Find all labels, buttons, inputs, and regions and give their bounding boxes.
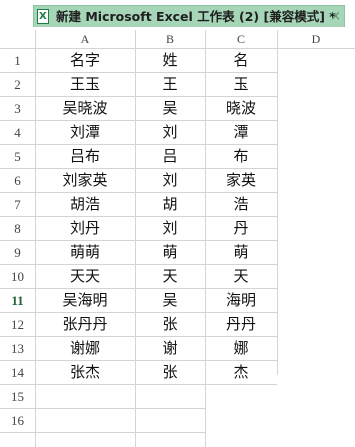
cell-a9[interactable]: 萌萌 bbox=[35, 240, 135, 264]
cell-b5[interactable]: 吕 bbox=[135, 144, 205, 168]
cell-a12[interactable]: 张丹丹 bbox=[35, 312, 135, 336]
column-header-c[interactable]: C bbox=[205, 30, 277, 48]
column-header-a[interactable]: A bbox=[35, 30, 135, 48]
cell-b14[interactable]: 张 bbox=[135, 360, 205, 384]
cell-b7[interactable]: 胡 bbox=[135, 192, 205, 216]
cell-b1[interactable]: 姓 bbox=[135, 48, 205, 72]
row-header[interactable]: 16 bbox=[0, 408, 35, 432]
cell-c6[interactable]: 家英 bbox=[205, 168, 277, 192]
cell-c13[interactable]: 娜 bbox=[205, 336, 277, 360]
cell-c4[interactable]: 潭 bbox=[205, 120, 277, 144]
row-header[interactable]: 5 bbox=[0, 144, 35, 168]
spreadsheet-grid[interactable]: A B C D 1 2 3 4 5 6 7 8 9 10 11 12 13 14 15 16 名字姓名王玉王玉吴晓波吴晓… bbox=[0, 30, 355, 447]
cell-a6[interactable]: 刘家英 bbox=[35, 168, 135, 192]
cell-c9[interactable]: 萌 bbox=[205, 240, 277, 264]
cell-a1[interactable]: 名字 bbox=[35, 48, 135, 72]
cell-a8[interactable]: 刘丹 bbox=[35, 216, 135, 240]
row-header[interactable]: 3 bbox=[0, 96, 35, 120]
select-all-corner[interactable] bbox=[0, 30, 35, 48]
column-header-d[interactable]: D bbox=[277, 30, 355, 48]
cell-c3[interactable]: 晓波 bbox=[205, 96, 277, 120]
cell-a4[interactable]: 刘潭 bbox=[35, 120, 135, 144]
row-header[interactable]: 13 bbox=[0, 336, 35, 360]
row-header[interactable]: 9 bbox=[0, 240, 35, 264]
close-tab-icon[interactable]: × bbox=[330, 6, 341, 28]
cell-b8[interactable]: 刘 bbox=[135, 216, 205, 240]
cell-a2[interactable]: 王玉 bbox=[35, 72, 135, 96]
cell-b2[interactable]: 王 bbox=[135, 72, 205, 96]
excel-file-icon: X bbox=[37, 9, 49, 24]
cell-c14[interactable]: 杰 bbox=[205, 360, 277, 384]
grid-row-line bbox=[0, 384, 277, 385]
cell-a10[interactable]: 天天 bbox=[35, 264, 135, 288]
cell-c5[interactable]: 布 bbox=[205, 144, 277, 168]
row-header[interactable]: 14 bbox=[0, 360, 35, 384]
cell-b11[interactable]: 吴 bbox=[135, 288, 205, 312]
cell-b12[interactable]: 张 bbox=[135, 312, 205, 336]
row-header[interactable]: 6 bbox=[0, 168, 35, 192]
workbook-title: 新建 Microsoft Excel 工作表 (2) [兼容模式] * bbox=[56, 9, 336, 24]
column-header-b[interactable]: B bbox=[135, 30, 205, 48]
row-header[interactable]: 4 bbox=[0, 120, 35, 144]
title-bar: X 新建 Microsoft Excel 工作表 (2) [兼容模式] * × bbox=[0, 0, 355, 30]
cell-b6[interactable]: 刘 bbox=[135, 168, 205, 192]
grid-column-line bbox=[277, 30, 278, 375]
cell-a11[interactable]: 吴海明 bbox=[35, 288, 135, 312]
row-header[interactable]: 7 bbox=[0, 192, 35, 216]
cell-b9[interactable]: 萌 bbox=[135, 240, 205, 264]
row-header[interactable]: 2 bbox=[0, 72, 35, 96]
cell-c12[interactable]: 丹丹 bbox=[205, 312, 277, 336]
cell-c8[interactable]: 丹 bbox=[205, 216, 277, 240]
cell-c1[interactable]: 名 bbox=[205, 48, 277, 72]
cell-a7[interactable]: 胡浩 bbox=[35, 192, 135, 216]
grid-row-line bbox=[0, 432, 205, 433]
cell-a3[interactable]: 吴晓波 bbox=[35, 96, 135, 120]
cell-c11[interactable]: 海明 bbox=[205, 288, 277, 312]
cell-b10[interactable]: 天 bbox=[135, 264, 205, 288]
cell-b3[interactable]: 吴 bbox=[135, 96, 205, 120]
row-header[interactable]: 1 bbox=[0, 48, 35, 72]
cell-a5[interactable]: 吕布 bbox=[35, 144, 135, 168]
cell-b4[interactable]: 刘 bbox=[135, 120, 205, 144]
cell-b13[interactable]: 谢 bbox=[135, 336, 205, 360]
cell-a13[interactable]: 谢娜 bbox=[35, 336, 135, 360]
row-header[interactable]: 15 bbox=[0, 384, 35, 408]
workbook-tab[interactable]: X 新建 Microsoft Excel 工作表 (2) [兼容模式] * × bbox=[33, 5, 345, 27]
cell-c7[interactable]: 浩 bbox=[205, 192, 277, 216]
cell-c10[interactable]: 天 bbox=[205, 264, 277, 288]
cell-a14[interactable]: 张杰 bbox=[35, 360, 135, 384]
row-header[interactable]: 12 bbox=[0, 312, 35, 336]
row-header[interactable]: 8 bbox=[0, 216, 35, 240]
row-header[interactable]: 10 bbox=[0, 264, 35, 288]
cell-c2[interactable]: 玉 bbox=[205, 72, 277, 96]
row-header[interactable]: 11 bbox=[0, 288, 35, 312]
